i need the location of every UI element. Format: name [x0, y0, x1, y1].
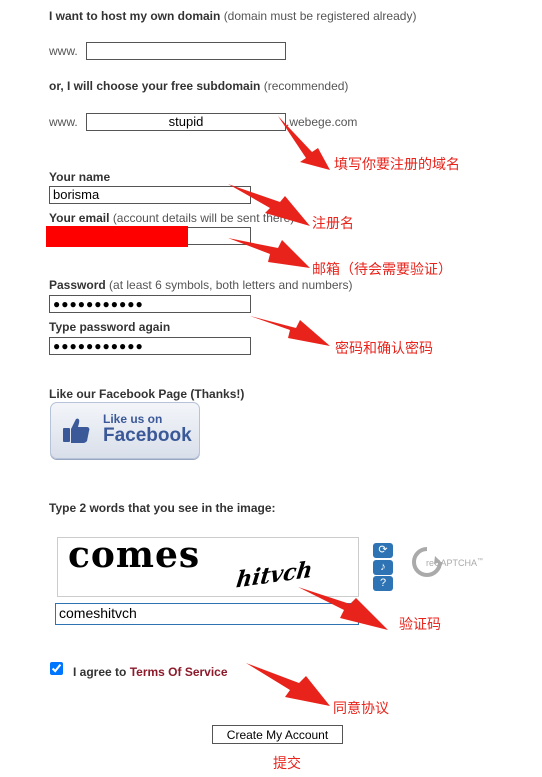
- annotation-domain: 填写你要注册的域名: [334, 157, 460, 173]
- subdomain-suffix: .webege.com: [286, 115, 358, 129]
- captcha-input[interactable]: comeshitvch: [55, 603, 359, 625]
- facebook-like-small-text: Like us on: [103, 412, 163, 426]
- arrow-agree: [246, 663, 330, 706]
- subdomain-input[interactable]: stupid: [86, 113, 286, 131]
- recaptcha-brand: reCAPTCHA™: [426, 558, 484, 568]
- captcha-word-1: comes: [68, 534, 201, 576]
- annotation-username: 注册名: [312, 216, 354, 232]
- password-note: (at least 6 symbols, both letters and nu…: [109, 278, 353, 292]
- captcha-label: Type 2 words that you see in the image:: [49, 501, 276, 515]
- password-input[interactable]: ●●●●●●●●●●●: [49, 295, 251, 313]
- name-label: Your name: [49, 170, 111, 184]
- free-subdomain-label: or, I will choose your free subdomain (r…: [49, 79, 349, 93]
- refresh-icon[interactable]: ⟳: [373, 543, 393, 558]
- own-domain-input[interactable]: [86, 42, 286, 60]
- facebook-like-button[interactable]: Like us on Facebook: [50, 402, 200, 459]
- captcha-image: comes hitvch: [57, 534, 359, 597]
- facebook-label: Like our Facebook Page (Thanks!): [49, 387, 245, 401]
- annotation-password: 密码和确认密码: [335, 341, 433, 357]
- terms-checkbox[interactable]: [50, 662, 63, 675]
- terms-link[interactable]: Terms Of Service: [130, 665, 228, 679]
- captcha-word-2: hitvch: [234, 556, 314, 594]
- create-account-button[interactable]: Create My Account: [212, 725, 343, 744]
- free-subdomain-note: (recommended): [263, 79, 349, 93]
- annotation-agree: 同意协议: [333, 701, 389, 717]
- help-icon[interactable]: ?: [373, 576, 393, 591]
- annotation-email: 邮箱（待会需要验证）: [312, 262, 452, 278]
- www-prefix-sub: www.: [49, 115, 78, 129]
- own-domain-note: (domain must be registered already): [223, 9, 417, 23]
- password-label: Password (at least 6 symbols, both lette…: [49, 278, 353, 292]
- annotation-captcha: 验证码: [399, 617, 441, 633]
- thumbs-up-icon: [63, 418, 90, 443]
- arrow-password: [250, 316, 330, 346]
- name-input[interactable]: borisma: [49, 186, 251, 204]
- terms-prefix: I agree to: [73, 665, 127, 679]
- annotation-submit: 提交: [273, 756, 301, 772]
- password-again-input[interactable]: ●●●●●●●●●●●: [49, 337, 251, 355]
- www-prefix: www.: [49, 44, 78, 58]
- audio-icon[interactable]: ♪: [373, 560, 393, 575]
- email-redaction: [46, 226, 188, 247]
- password-again-label: Type password again: [49, 320, 171, 334]
- terms-row: I agree to Terms Of Service: [73, 665, 228, 679]
- email-label: Your email (account details will be sent…: [49, 211, 295, 225]
- facebook-word: Facebook: [103, 425, 192, 446]
- own-domain-label: I want to host my own domain (domain mus…: [49, 9, 417, 23]
- email-note: (account details will be sent there): [112, 211, 295, 225]
